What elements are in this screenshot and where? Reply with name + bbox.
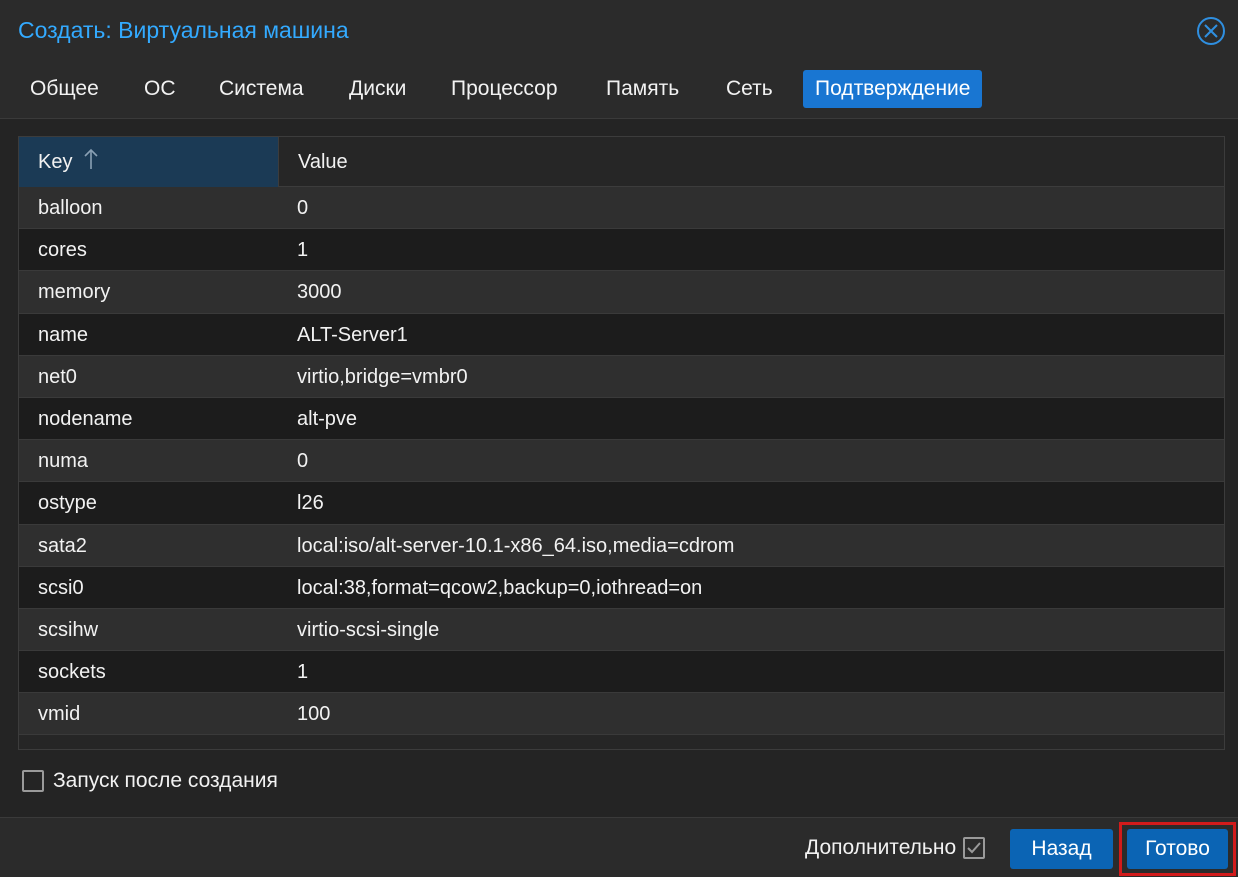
row-value: 1: [297, 239, 309, 262]
row-value: l26: [297, 492, 324, 515]
tab-os[interactable]: ОС: [132, 70, 188, 108]
row-key: net0: [38, 365, 77, 388]
row-value: virtio-scsi-single: [297, 618, 440, 641]
tab-processor[interactable]: Процессор: [439, 70, 570, 108]
row-value: alt-pve: [297, 407, 358, 430]
grid-body: balloon 0 cores 1 memory 3000 name ALT-Serve…: [19, 187, 1224, 736]
wizard-tabs: Общее ОС Система Диски Процессор Память …: [18, 70, 1218, 108]
advanced-label: Дополнительно: [805, 836, 957, 859]
table-row[interactable]: vmid 100: [19, 693, 1224, 736]
row-key: cores: [38, 239, 87, 262]
row-key: balloon: [38, 197, 103, 219]
checkmark-icon: [967, 842, 981, 854]
row-value: 1: [297, 661, 309, 684]
row-key: memory: [38, 281, 111, 304]
table-row[interactable]: sata2 local:iso/alt-server-10.1-x86_64.is…: [19, 524, 1224, 567]
row-value: ALT-Server1: [297, 323, 408, 346]
column-value-label: Value: [298, 151, 348, 173]
row-value: local:38,format=qcow2,backup=0,iothread=…: [297, 576, 703, 599]
close-icon: [1204, 24, 1218, 38]
table-row[interactable]: nodename alt-pve: [19, 397, 1224, 441]
arrow-up-icon: [84, 148, 98, 169]
table-row[interactable]: memory 3000: [19, 271, 1224, 314]
dialog-footer: Дополнительно Назад Готово: [0, 818, 1238, 877]
column-header-key[interactable]: Key: [19, 137, 278, 187]
advanced-checkbox[interactable]: [963, 837, 986, 859]
table-row[interactable]: ostype l26: [19, 482, 1224, 525]
create-vm-dialog: Создать: Виртуальная машина Общее ОС Сис…: [0, 0, 1238, 877]
row-key: sata2: [38, 534, 87, 557]
row-value: 0: [297, 450, 309, 473]
row-key: scsi0: [38, 576, 84, 599]
title-bar: Создать: Виртуальная машина: [0, 0, 1238, 62]
table-row[interactable]: numa 0: [19, 440, 1224, 483]
tab-system[interactable]: Система: [207, 70, 316, 108]
start-after-create-checkbox[interactable]: Запуск после создания: [22, 769, 278, 793]
advanced-toggle[interactable]: Дополнительно: [805, 836, 986, 860]
back-button[interactable]: Назад: [1010, 829, 1113, 869]
tab-disks[interactable]: Диски: [337, 70, 418, 108]
row-value: 3000: [297, 281, 342, 304]
dialog-title: Создать: Виртуальная машина: [18, 17, 349, 43]
table-row[interactable]: cores 1: [19, 229, 1224, 272]
close-button[interactable]: [1197, 17, 1225, 45]
column-header-value[interactable]: Value: [278, 137, 1224, 187]
row-key: name: [38, 323, 89, 346]
table-row[interactable]: scsi0 local:38,format=qcow2,backup=0,ioth…: [19, 566, 1224, 609]
grid-header: Key Value: [19, 137, 1224, 187]
row-key: nodename: [38, 407, 133, 430]
row-key: vmid: [38, 703, 81, 726]
row-value: 100: [297, 703, 331, 726]
row-value: 0: [297, 197, 309, 219]
row-key: numa: [38, 450, 89, 473]
table-row[interactable]: name ALT-Server1: [19, 313, 1224, 356]
checkbox-icon[interactable]: [22, 770, 44, 792]
table-row[interactable]: sockets 1: [19, 651, 1224, 694]
table-row[interactable]: scsihw virtio-scsi-single: [19, 608, 1224, 652]
row-key: sockets: [38, 661, 106, 684]
row-key: ostype: [38, 492, 97, 515]
tab-memory[interactable]: Память: [594, 70, 691, 108]
table-row[interactable]: balloon 0: [19, 187, 1224, 230]
tab-network[interactable]: Сеть: [714, 70, 785, 108]
finish-button[interactable]: Готово: [1127, 829, 1228, 869]
column-key-label: Key: [38, 151, 73, 173]
row-value: virtio,bridge=vmbr0: [297, 365, 468, 388]
tab-general[interactable]: Общее: [18, 70, 111, 108]
start-after-create-label: Запуск после создания: [53, 769, 278, 792]
row-value: local:iso/alt-server-10.1-x86_64.iso,med…: [297, 534, 735, 557]
row-key: scsihw: [38, 618, 99, 641]
summary-grid: Key Value balloon 0 cores 1 memory 3000 nam…: [18, 136, 1225, 750]
tab-confirm[interactable]: Подтверждение: [803, 70, 983, 108]
table-row[interactable]: net0 virtio,bridge=vmbr0: [19, 355, 1224, 398]
